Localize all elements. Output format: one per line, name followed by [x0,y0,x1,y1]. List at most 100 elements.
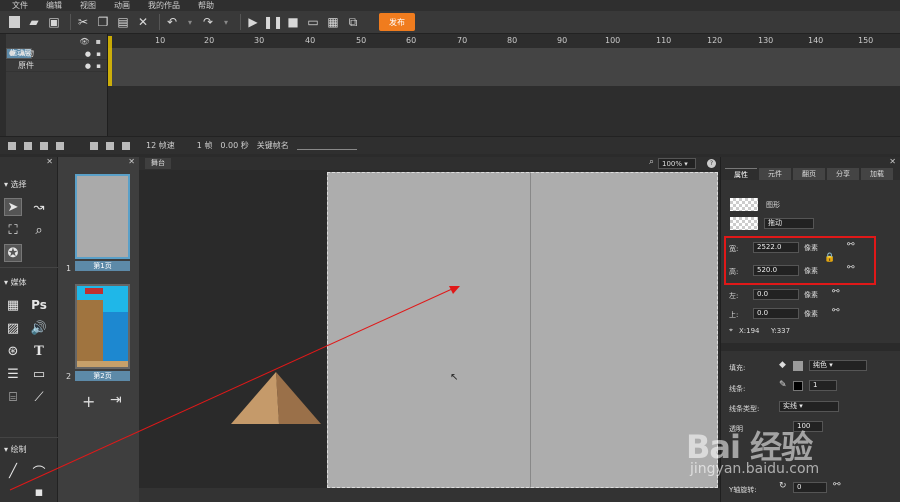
stage-horizontal-scrollbar[interactable] [139,488,720,502]
fill-color-swatch[interactable] [793,361,803,371]
rotate-field[interactable]: 0 [793,482,827,493]
select-arrow-icon[interactable]: ➤ [4,198,22,216]
stroke-width-field[interactable]: 1 [809,380,837,391]
stage-canvas[interactable] [327,172,718,488]
zoom-select[interactable]: 100% ▾ [658,158,696,169]
image-icon[interactable]: ▨ [4,319,22,337]
copy-icon[interactable]: ❐ [95,14,111,30]
timeline-tracks[interactable] [108,48,900,86]
close-icon[interactable]: ✕ [889,157,896,166]
ruler-tick: 140 [808,36,824,45]
toolbar-divider [240,14,241,30]
tab-stage[interactable]: 舞台 [145,158,171,169]
menu-edit[interactable]: 编辑 [37,0,71,11]
zoom-icon[interactable]: ⌕ [30,221,48,239]
lock-icon[interactable]: ▪ [96,62,101,70]
add-folder-icon[interactable] [24,141,32,150]
name-field[interactable]: 拖动 [764,218,814,229]
tab-share[interactable]: 分享 [827,168,859,180]
ruler-tick: 10 [155,36,166,45]
page-thumbnail[interactable] [75,284,130,369]
close-icon[interactable]: ✕ [46,157,53,166]
stop-icon[interactable]: ■ [285,14,301,30]
layer-item[interactable]: 原件 ● ▪ [6,60,107,72]
stage-area[interactable]: ↖ [139,170,720,502]
blank-keyframe-icon[interactable] [122,141,130,150]
line-icon[interactable]: ╱ [4,462,22,480]
paint-bucket-icon[interactable]: ◆ [779,360,786,370]
search-icon[interactable]: ⌕ [649,157,654,167]
keyframe-icon[interactable] [106,141,114,150]
publish-button[interactable]: 发布 [379,13,415,31]
menu-animation[interactable]: 动画 [105,0,139,11]
layer-name: 人物 [18,49,34,58]
save-icon[interactable]: ▣ [46,14,62,30]
add-page-icon[interactable]: + [82,392,95,411]
text-icon[interactable]: T [30,342,48,360]
screen-icon[interactable]: ▭ [30,365,48,383]
tab-symbols[interactable]: 元件 [759,168,791,180]
frame-icon[interactable] [90,141,98,150]
cut-icon[interactable]: ✂ [75,14,91,30]
undo-icon[interactable]: ↶ [164,14,180,30]
curve-icon[interactable]: ⌒ [30,462,48,481]
tab-page-turn[interactable]: 翻页 [793,168,825,180]
redo-icon[interactable]: ↷ [200,14,216,30]
code-icon[interactable]: ⌸ [4,388,22,406]
timeline-ruler[interactable]: 10 20 30 40 50 60 70 80 90 100 110 120 1… [108,34,900,48]
fill-type-select[interactable]: 纯色 ▾ [809,360,867,371]
eye-icon[interactable]: ● [85,62,91,70]
chart-icon[interactable]: ⟋ [30,388,48,406]
pen-icon[interactable]: ✎ [779,380,787,390]
delete-layer-icon[interactable] [40,141,48,150]
menu-help[interactable]: 帮助 [189,0,223,11]
add-layer-icon[interactable] [8,141,16,150]
list-icon[interactable]: ☰ [4,365,22,383]
lock-icon[interactable]: ▪ [96,37,101,46]
delete-icon[interactable]: ✕ [135,14,151,30]
link-icon[interactable]: ⚯ [832,306,840,316]
video-icon[interactable]: ⊛ [4,342,22,360]
square-icon[interactable]: ▪ [30,483,48,501]
stroke-color-swatch[interactable] [793,381,803,391]
insert-page-icon[interactable]: ⇥ [110,392,122,408]
subselect-icon[interactable]: ↝ [30,198,48,216]
help-icon[interactable]: ? [707,159,716,168]
play-icon[interactable]: ▶ [245,14,261,30]
menu-view[interactable]: 视图 [71,0,105,11]
tab-loading[interactable]: 加载 [861,168,893,180]
page-thumbnail[interactable] [75,174,130,259]
close-icon[interactable]: ✕ [128,157,135,166]
layer-options-icon[interactable] [56,141,64,150]
rotate-icon[interactable]: ↻ [779,481,787,491]
eye-icon[interactable]: ● [85,50,91,58]
menu-file[interactable]: 文件 [0,0,37,11]
pyramid-shape[interactable] [229,370,321,426]
share-icon[interactable]: ⧉ [345,14,361,30]
pause-icon[interactable]: ❚❚ [263,14,283,30]
new-file-icon[interactable] [6,14,22,30]
redo-dropdown-icon[interactable]: ▾ [220,14,232,30]
layer-item[interactable]: 人物 ● ▪ [6,48,107,60]
paste-icon[interactable]: ▤ [115,14,131,30]
link-icon[interactable]: ⚯ [832,287,840,297]
keyframe-name-input[interactable] [296,149,357,150]
qr-code-icon[interactable]: ▦ [325,14,341,30]
ps-icon[interactable]: Ps [30,296,48,314]
link-icon[interactable]: ⚯ [833,480,841,490]
eye-icon[interactable]: 👁 [79,37,89,46]
top-field[interactable]: 0.0 [753,308,799,319]
preview-icon[interactable]: ▭ [305,14,321,30]
lock-icon[interactable]: ▪ [96,50,101,58]
menu-my-works[interactable]: 我的作品 [139,0,189,11]
tab-properties[interactable]: 属性 [725,168,757,180]
open-folder-icon[interactable]: ▰ [26,14,42,30]
grid-icon[interactable]: ▦ [4,296,22,314]
hotspot-icon[interactable]: ✪ [4,244,22,262]
transform-icon[interactable]: ⛶ [4,221,22,239]
left-field[interactable]: 0.0 [753,289,799,300]
audio-icon[interactable]: 🔊 [30,319,48,337]
playhead[interactable] [108,36,112,86]
undo-dropdown-icon[interactable]: ▾ [184,14,196,30]
stroke-type-select[interactable]: 实线 ▾ [779,401,839,412]
